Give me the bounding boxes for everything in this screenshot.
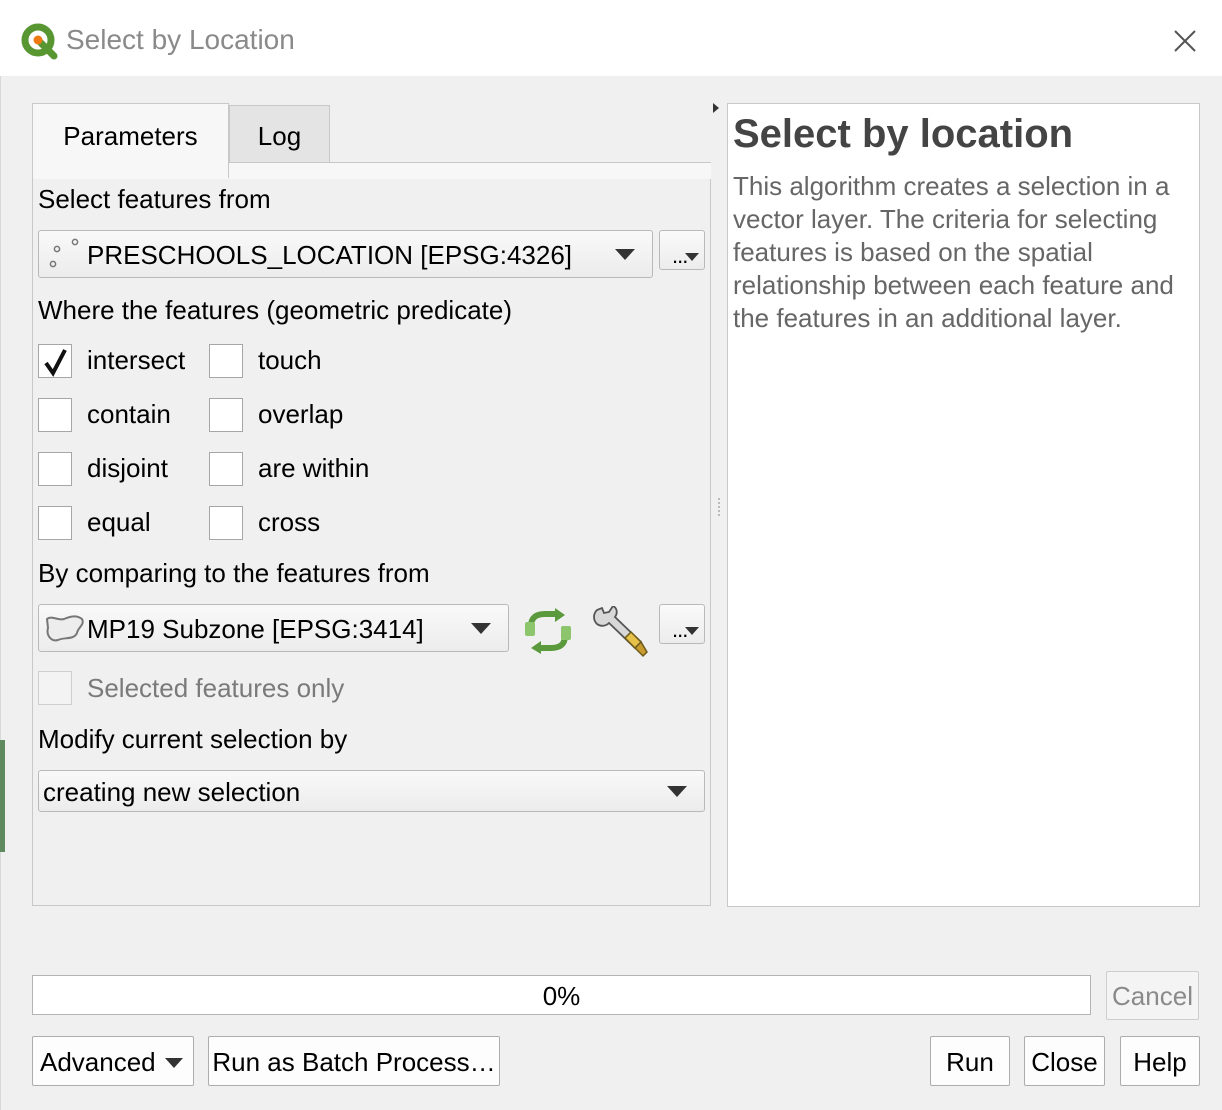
- cancel-button[interactable]: Cancel: [1106, 971, 1199, 1020]
- wrench-icon[interactable]: [591, 606, 649, 658]
- background-map-strip: [0, 740, 5, 852]
- splitter-handle[interactable]: [718, 498, 720, 518]
- checkbox-disjoint[interactable]: [38, 452, 72, 486]
- predicate-equal-label: equal: [87, 507, 151, 537]
- title-bar: Select by Location: [0, 0, 1222, 76]
- input-layer-more-button[interactable]: ...: [659, 230, 705, 270]
- input-layer-combo[interactable]: PRESCHOOLS_LOCATION [EPSG:4326]: [38, 230, 653, 278]
- iterate-refresh-icon[interactable]: [521, 608, 575, 654]
- input-layer-label: Select features from: [38, 184, 271, 214]
- checkbox-cross[interactable]: [209, 506, 243, 540]
- predicate-disjoint-label: disjoint: [87, 453, 168, 483]
- checkbox-intersect[interactable]: [38, 344, 72, 378]
- polygon-layer-icon: [45, 615, 84, 642]
- progress-bar: 0%: [32, 975, 1091, 1015]
- predicate-contain-label: contain: [87, 399, 171, 429]
- predicate-are-within-label: are within: [258, 453, 370, 483]
- run-button[interactable]: Run: [930, 1036, 1010, 1086]
- help-description: This algorithm creates a selection in a …: [733, 171, 1174, 333]
- chevron-down-icon: [685, 253, 699, 261]
- checkbox-overlap[interactable]: [209, 398, 243, 432]
- advanced-button-label: Advanced: [40, 1047, 156, 1077]
- advanced-button[interactable]: Advanced: [32, 1036, 194, 1086]
- chevron-down-icon: [667, 786, 687, 797]
- predicate-cross-label: cross: [258, 507, 321, 537]
- selected-features-only-label: Selected features only: [87, 673, 345, 703]
- compare-layer-more-button[interactable]: ...: [659, 604, 705, 644]
- checkbox-touch[interactable]: [209, 344, 243, 378]
- help-title: Select by location: [733, 112, 1074, 156]
- compare-layer-label: By comparing to the features from: [38, 558, 430, 588]
- qgis-logo-icon: [21, 23, 58, 60]
- input-layer-value: PRESCHOOLS_LOCATION [EPSG:4326]: [87, 240, 573, 270]
- checkbox-are-within[interactable]: [209, 452, 243, 486]
- progress-text: 0%: [542, 981, 581, 1011]
- predicate-overlap-label: overlap: [258, 399, 344, 429]
- help-panel: Select by location This algorithm create…: [727, 103, 1200, 907]
- point-layer-icon: [49, 238, 79, 268]
- tab-parameters[interactable]: Parameters: [32, 103, 229, 178]
- checkbox-selected-features-only[interactable]: [38, 671, 72, 705]
- close-button[interactable]: Close: [1024, 1036, 1105, 1086]
- checkmark-icon: [44, 349, 67, 377]
- modify-selection-label: Modify current selection by: [38, 724, 348, 754]
- window-border: [0, 76, 6, 1110]
- checkbox-equal[interactable]: [38, 506, 72, 540]
- chevron-down-icon: [471, 623, 491, 634]
- help-button[interactable]: Help: [1120, 1036, 1200, 1086]
- chevron-down-icon: [165, 1058, 183, 1068]
- chevron-down-icon: [685, 627, 699, 635]
- modify-selection-combo[interactable]: creating new selection: [38, 770, 705, 812]
- predicate-label: Where the features (geometric predicate): [38, 295, 512, 325]
- chevron-down-icon: [615, 249, 635, 260]
- run-as-batch-button[interactable]: Run as Batch Process…: [208, 1036, 500, 1086]
- predicate-intersect-label: intersect: [87, 345, 186, 375]
- checkbox-contain[interactable]: [38, 398, 72, 432]
- splitter-collapse-icon[interactable]: [713, 103, 719, 113]
- close-icon[interactable]: [1168, 24, 1202, 58]
- modify-selection-value: creating new selection: [43, 777, 301, 807]
- compare-layer-combo[interactable]: MP19 Subzone [EPSG:3414]: [38, 604, 509, 652]
- predicate-touch-label: touch: [258, 345, 322, 375]
- tab-log[interactable]: Log: [229, 105, 330, 164]
- window-title: Select by Location: [66, 24, 295, 55]
- compare-layer-value: MP19 Subzone [EPSG:3414]: [87, 614, 424, 644]
